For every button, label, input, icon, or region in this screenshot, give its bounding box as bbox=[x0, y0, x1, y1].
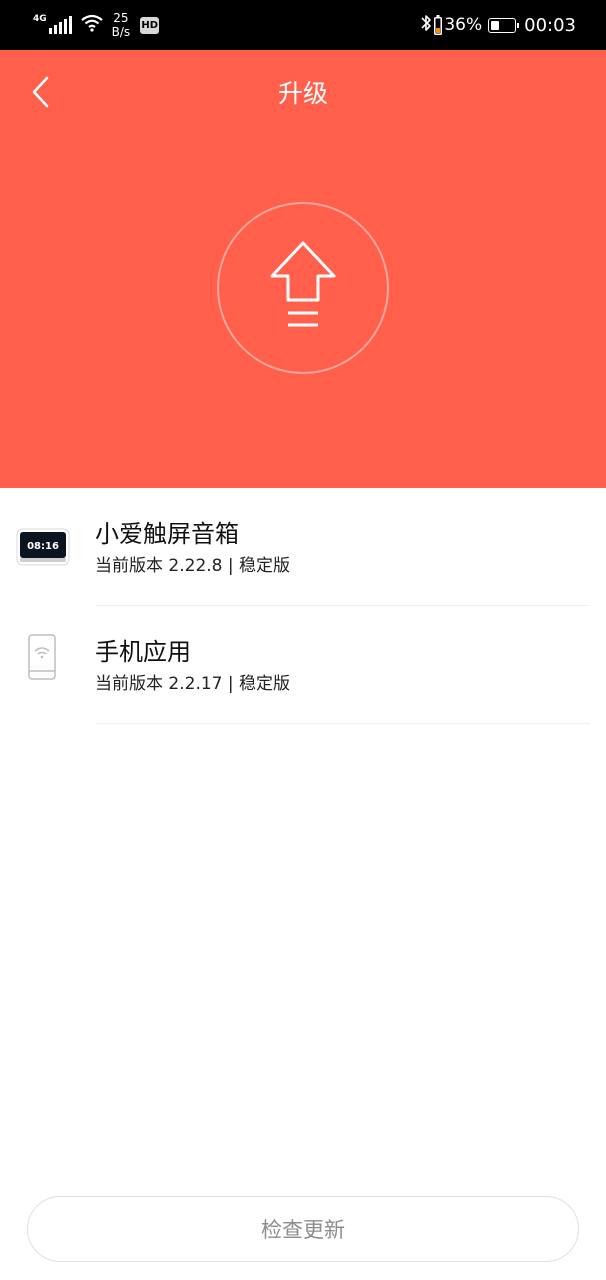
status-bar-left: 4G 25 B/s HD bbox=[33, 10, 160, 40]
speaker-screen-time: 08:16 bbox=[27, 541, 59, 552]
version-info: 当前版本 2.22.8 | 稳定版 bbox=[95, 556, 291, 576]
battery-icon bbox=[488, 17, 520, 33]
list-item[interactable]: 08:16 小爱触屏音箱 当前版本 2.22.8 | 稳定版 bbox=[0, 488, 606, 606]
phone-app-icon bbox=[28, 634, 56, 684]
device-name: 手机应用 bbox=[95, 638, 191, 666]
network-type: 4G bbox=[33, 14, 47, 24]
status-bar-right: 36% 00:03 bbox=[420, 10, 576, 40]
touchscreen-speaker-icon: 08:16 bbox=[16, 528, 70, 570]
device-list: 08:16 小爱触屏音箱 当前版本 2.22.8 | 稳定版 手机应用 当前版本… bbox=[0, 488, 606, 724]
battery-level-fill bbox=[491, 20, 500, 30]
status-time: 00:03 bbox=[524, 14, 576, 36]
version-info: 当前版本 2.2.17 | 稳定版 bbox=[95, 674, 291, 694]
upgrade-illustration bbox=[217, 202, 389, 374]
status-bar: 4G 25 B/s HD 36% 00:03 bbox=[0, 0, 606, 50]
wifi-icon bbox=[80, 14, 104, 36]
bluetooth-icon bbox=[420, 13, 432, 37]
network-speed: 25 B/s bbox=[112, 11, 131, 39]
check-update-button[interactable]: 检查更新 bbox=[27, 1196, 579, 1262]
page-title: 升级 bbox=[277, 79, 328, 108]
device-name: 小爱触屏音箱 bbox=[95, 520, 239, 548]
upgrade-header: 升级 bbox=[0, 50, 606, 488]
divider bbox=[95, 723, 590, 724]
hd-badge: HD bbox=[140, 16, 160, 34]
battery-saver-icon bbox=[434, 15, 443, 35]
speed-unit: B/s bbox=[111, 25, 131, 39]
cellular-signal-icon bbox=[48, 16, 72, 34]
list-item[interactable]: 手机应用 当前版本 2.2.17 | 稳定版 bbox=[0, 606, 606, 724]
battery-percentage: 36% bbox=[444, 15, 483, 35]
upgrade-arrow-icon bbox=[268, 240, 338, 336]
speed-value: 25 bbox=[113, 11, 129, 25]
